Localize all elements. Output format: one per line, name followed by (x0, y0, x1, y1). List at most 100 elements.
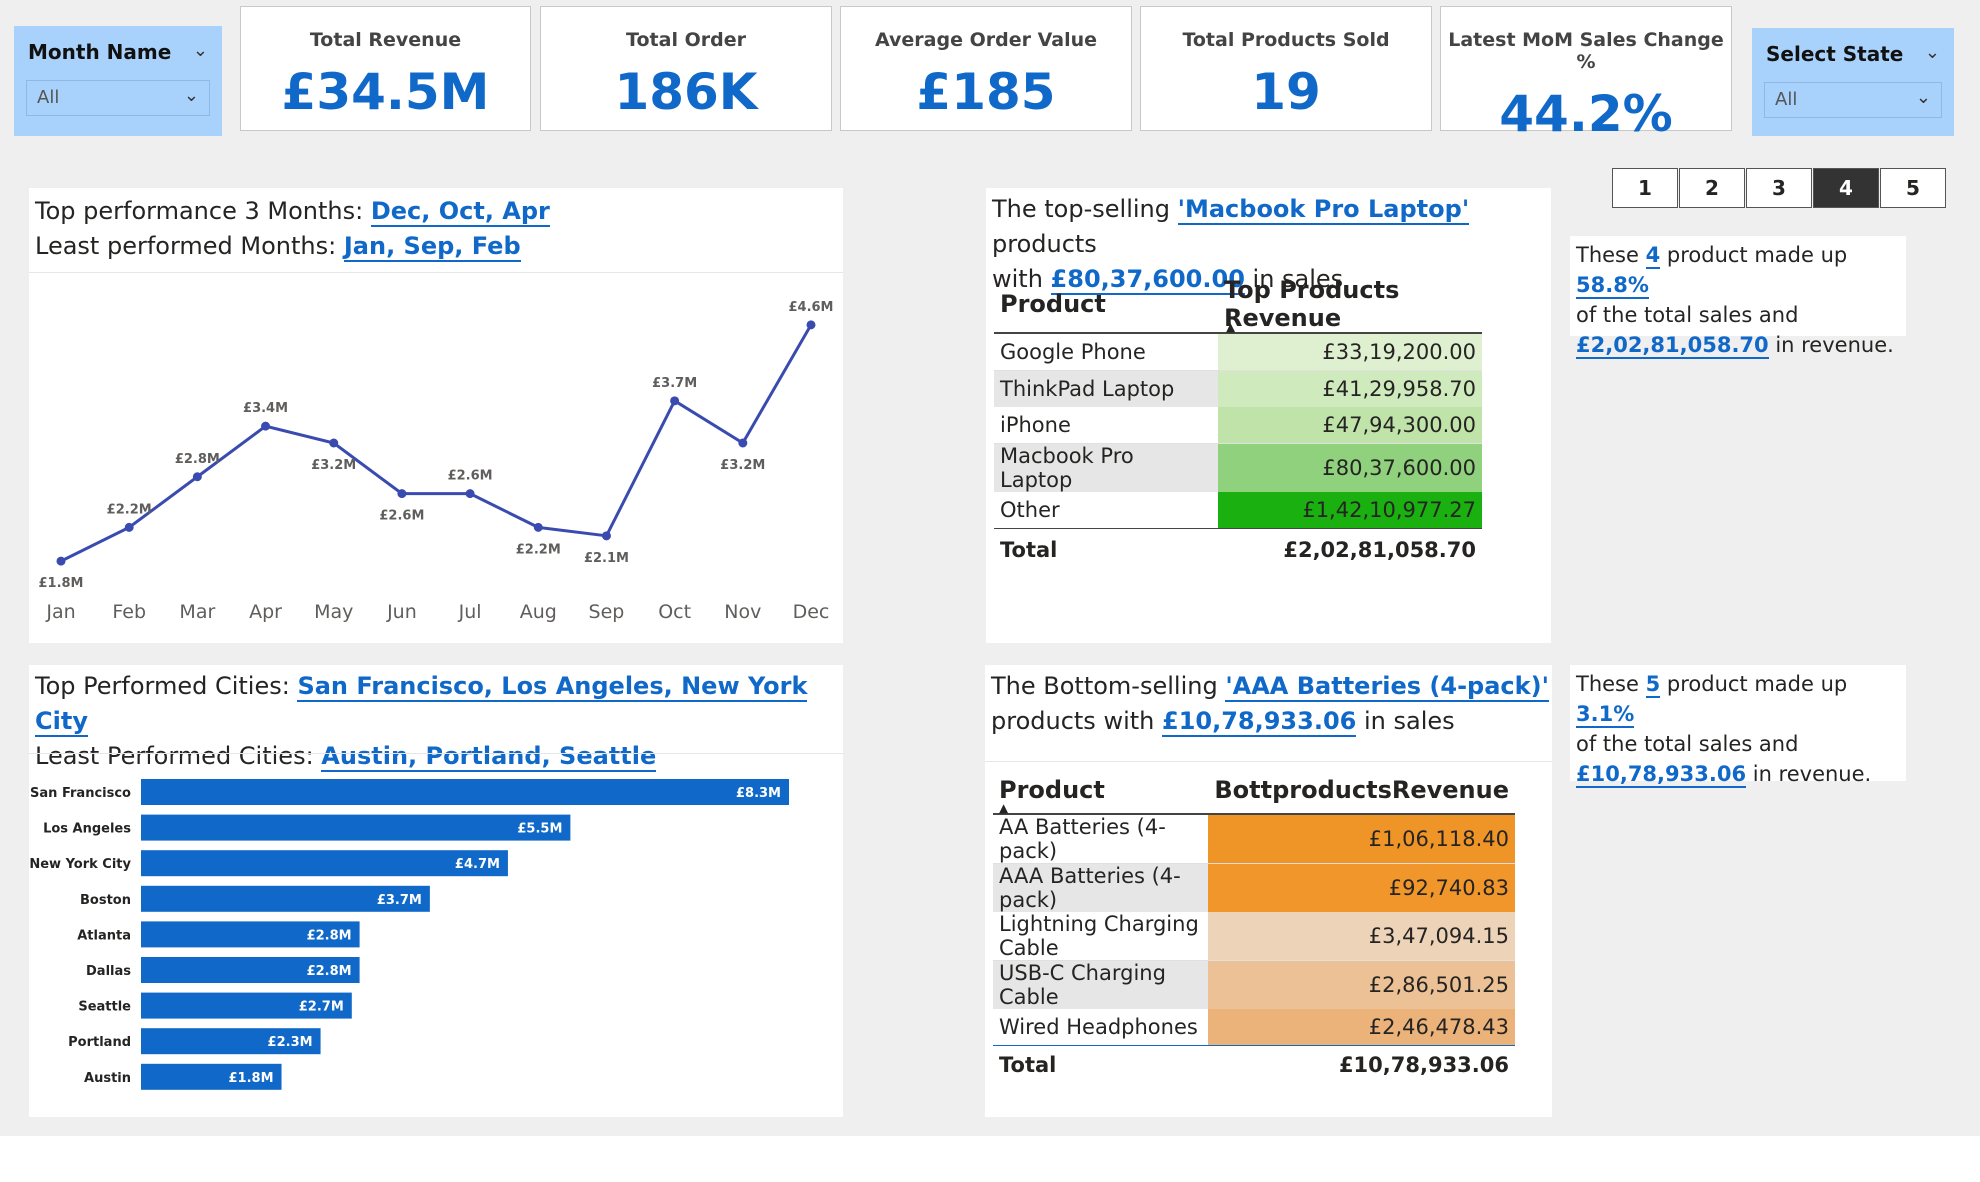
table-row[interactable]: AA Batteries (4-pack) £1,06,118.40 (993, 814, 1515, 864)
month-slicer[interactable]: Month Name ⌄ All ⌄ (14, 26, 222, 136)
data-label: £4.6M (788, 300, 833, 315)
chevron-down-icon[interactable]: ⌄ (1925, 42, 1940, 63)
months-summary: Top performance 3 Months: Dec, Oct, Apr … (35, 194, 550, 264)
chevron-down-icon[interactable]: ⌄ (184, 85, 199, 106)
note-text: in revenue. (1768, 333, 1894, 357)
kpi-value: 44.2% (1499, 85, 1673, 143)
bar[interactable] (141, 814, 571, 841)
state-dropdown[interactable]: All ⌄ (1764, 82, 1942, 118)
revenue-line (60, 324, 813, 563)
data-point[interactable] (806, 320, 816, 330)
table-total-row: Total £2,02,81,058.70 (994, 529, 1482, 572)
top-products-card: The top-selling 'Macbook Pro Laptop' pro… (986, 188, 1551, 643)
bottom-summary-suffix: in sales (1356, 707, 1455, 735)
data-point[interactable] (601, 531, 611, 541)
product-cell: Google Phone (1000, 340, 1146, 364)
total-value: £10,78,933.06 (1338, 1053, 1509, 1077)
data-point[interactable] (397, 489, 407, 499)
data-point[interactable] (56, 556, 66, 566)
column-header-product-label: Product (999, 776, 1105, 804)
month-dropdown[interactable]: All ⌄ (26, 80, 210, 116)
table-row[interactable]: Macbook Pro Laptop £80,37,600.00 (994, 443, 1482, 492)
bar-value-label: £2.3M (268, 1035, 313, 1050)
table-row[interactable]: ThinkPad Laptop £41,29,958.70 (994, 370, 1482, 407)
y-tick-label: Atlanta (77, 928, 131, 943)
column-header-product[interactable]: Product ▲ (993, 767, 1208, 815)
total-value: £2,02,81,058.70 (1283, 538, 1476, 562)
data-point[interactable] (192, 472, 202, 482)
bottom-product-name: 'AAA Batteries (4-pack)' (1225, 672, 1549, 702)
page-button-2[interactable]: 2 (1679, 168, 1745, 208)
data-point[interactable] (465, 489, 475, 499)
table-row[interactable]: Google Phone £33,19,200.00 (994, 333, 1482, 371)
kpi-value: £34.5M (281, 63, 490, 121)
y-tick-label: Los Angeles (43, 822, 131, 837)
month-dropdown-value: All (37, 87, 60, 108)
column-header-revenue[interactable]: Top Products Revenue ▲ (1218, 276, 1482, 334)
revenue-cell: £2,86,501.25 (1208, 960, 1515, 1009)
sort-ascending-icon[interactable]: ▲ (999, 801, 1008, 815)
table-row[interactable]: Other £1,42,10,977.27 (994, 492, 1482, 529)
table-row[interactable]: Wired Headphones £2,46,478.43 (993, 1009, 1515, 1046)
x-tick-label: Aug (520, 601, 557, 623)
bar-value-label: £5.5M (517, 822, 562, 837)
y-tick-label: San Francisco (30, 786, 131, 801)
x-tick-label: Dec (793, 601, 830, 623)
x-tick-label: Feb (112, 601, 146, 623)
column-header-revenue[interactable]: BottproductsRevenue (1208, 767, 1515, 814)
footer-strip (0, 1136, 1980, 1182)
table-total-row: Total £10,78,933.06 (993, 1046, 1515, 1085)
data-point[interactable] (329, 438, 339, 448)
data-point[interactable] (738, 438, 748, 448)
page-button-1[interactable]: 1 (1612, 168, 1678, 208)
bar-value-label: £2.8M (307, 928, 352, 943)
y-tick-label: Seattle (78, 1000, 131, 1015)
least-months-value: Jan, Sep, Feb (343, 232, 521, 262)
data-point[interactable] (124, 522, 134, 532)
sort-ascending-icon[interactable]: ▲ (1226, 320, 1235, 334)
total-label: Total (1000, 538, 1058, 562)
revenue-cell: £1,42,10,977.27 (1218, 492, 1482, 529)
data-point[interactable] (261, 421, 271, 431)
data-label: £2.6M (379, 509, 424, 524)
table-row[interactable]: Lightning Charging Cable £3,47,094.15 (993, 912, 1515, 961)
data-label: £3.7M (652, 376, 697, 391)
data-label: £2.2M (107, 502, 152, 517)
state-dropdown-value: All (1775, 89, 1798, 110)
bar[interactable] (141, 850, 508, 877)
top-months-prefix: Top performance 3 Months: (35, 197, 371, 225)
page-button-4[interactable]: 4 (1813, 168, 1879, 208)
bar[interactable] (141, 779, 789, 805)
chevron-down-icon[interactable]: ⌄ (193, 40, 208, 61)
y-tick-label: Portland (68, 1035, 131, 1050)
product-cell: Other (1000, 498, 1060, 522)
product-cell: AAA Batteries (4-pack) (999, 864, 1181, 912)
kpi-value: 186K (614, 63, 758, 121)
table-row[interactable]: AAA Batteries (4-pack) £92,740.83 (993, 863, 1515, 912)
revenue-value: £2,02,81,058.70 (1576, 333, 1769, 359)
data-label: £2.1M (584, 551, 629, 566)
data-point[interactable] (533, 522, 543, 532)
product-cell: AA Batteries (4-pack) (999, 815, 1166, 863)
data-point[interactable] (670, 396, 680, 406)
page-button-3[interactable]: 3 (1746, 168, 1812, 208)
kpi-total-products-sold: Total Products Sold 19 (1140, 6, 1432, 131)
total-label: Total (999, 1053, 1057, 1077)
product-cell: USB-C Charging Cable (999, 961, 1166, 1009)
chevron-down-icon[interactable]: ⌄ (1916, 87, 1931, 108)
data-label: £3.2M (720, 458, 765, 473)
column-header-product[interactable]: Product (994, 276, 1218, 333)
state-slicer[interactable]: Select State ⌄ All ⌄ (1752, 28, 1954, 136)
table-row[interactable]: iPhone £47,94,300.00 (994, 407, 1482, 444)
bottom-product-sales: £10,78,933.06 (1162, 707, 1357, 737)
note-text: These (1576, 243, 1646, 267)
kpi-mom-sales-change: Latest MoM Sales Change % 44.2% (1440, 6, 1732, 143)
bottom-products-share-note: These 5 product made up 3.1% of the tota… (1570, 665, 1906, 788)
bar-value-label: £1.8M (229, 1071, 274, 1086)
product-cell: iPhone (1000, 413, 1071, 437)
divider (29, 753, 843, 754)
sales-share: 3.1% (1576, 702, 1635, 728)
page-button-5[interactable]: 5 (1880, 168, 1946, 208)
kpi-average-order-value: Average Order Value £185 (840, 6, 1132, 131)
table-row[interactable]: USB-C Charging Cable £2,86,501.25 (993, 960, 1515, 1009)
